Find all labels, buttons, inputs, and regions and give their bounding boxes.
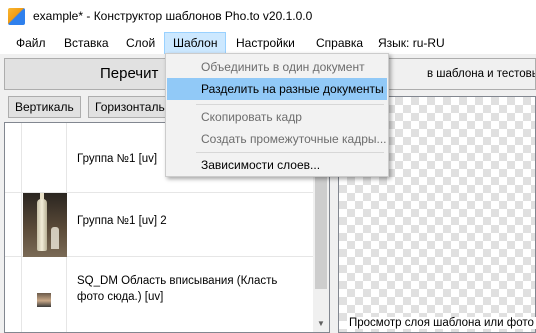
layer-row[interactable]: Группа №1 [uv] 2 [5,193,313,257]
menu-language[interactable]: Язык: ru-RU [370,32,453,54]
menu-item-layer-dependencies[interactable]: Зависимости слоев... [167,154,387,176]
menu-template[interactable]: Шаблон [164,32,227,54]
template-menu-dropdown: Объединить в один документ Разделить на … [165,53,389,177]
menu-settings[interactable]: Настройки [228,32,303,54]
layer-name: Группа №1 [uv] 2 [77,215,167,227]
app-icon [8,8,25,25]
vertical-button[interactable]: Вертикаль [8,96,81,118]
layer-thumbnail [21,257,67,332]
menu-help[interactable]: Справка [308,32,371,54]
menu-file[interactable]: Файл [8,32,54,54]
menu-item-copy-frame[interactable]: Скопировать кадр [167,106,387,128]
face-photo-thumbnail [37,293,51,307]
layer-thumbnail [21,193,67,257]
horizontal-button[interactable]: Горизонталь [88,96,172,118]
menu-layer[interactable]: Слой [118,32,163,54]
menu-item-split-documents[interactable]: Разделить на разные документы [167,78,387,100]
bottle-photo-thumbnail [23,193,67,257]
menu-insert[interactable]: Вставка [56,32,117,54]
menu-bar: Файл Вставка Слой Шаблон Настройки Справ… [0,32,536,54]
preview-caption: Просмотр слоя шаблона или фото (не [347,317,536,329]
glass-shape [51,227,59,249]
layer-row[interactable]: SQ_DM Область вписывания (Класть фото сю… [5,257,313,332]
menu-item-merge-documents[interactable]: Объединить в один документ [167,56,387,78]
layer-thumbnail [21,123,67,192]
scroll-down-arrow-icon[interactable]: ▼ [317,319,325,328]
menu-separator [196,152,384,153]
menu-item-create-intermediate-frames[interactable]: Создать промежуточные кадры... [167,128,387,150]
menu-separator [196,104,384,105]
window-title: example* - Конструктор шаблонов Pho.to v… [33,9,313,23]
title-bar: example* - Конструктор шаблонов Pho.to v… [0,0,536,32]
bottle-shape [37,199,47,251]
layer-name: SQ_DM Область вписывания (Класть фото сю… [77,275,278,303]
